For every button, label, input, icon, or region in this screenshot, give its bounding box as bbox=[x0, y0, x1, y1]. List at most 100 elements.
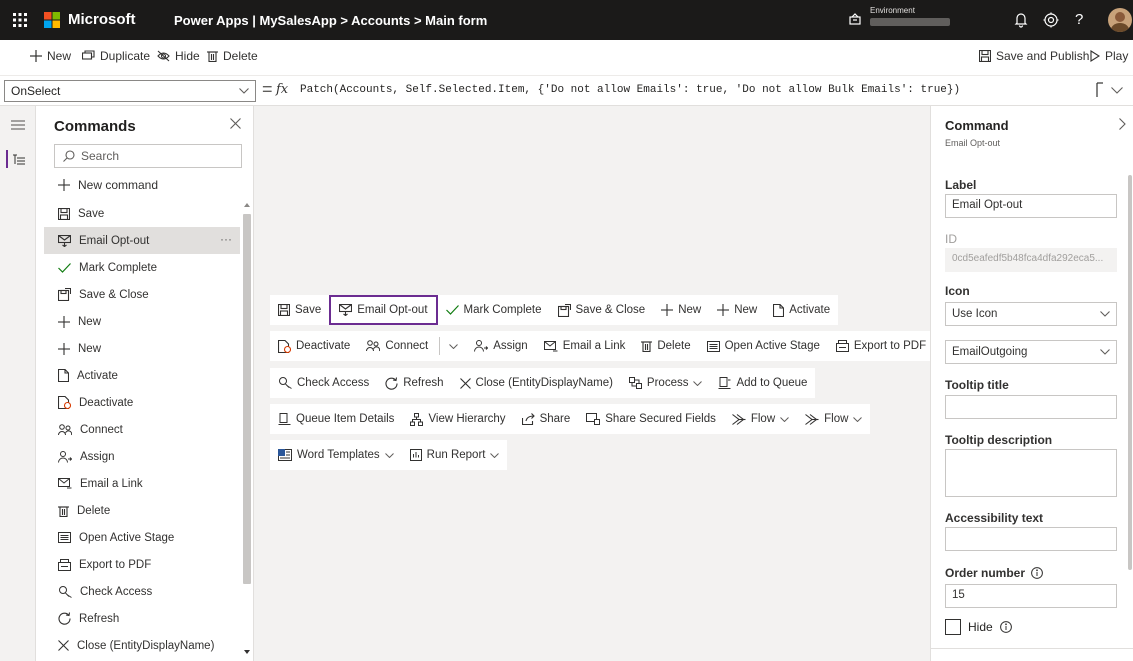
icon-mode-dropdown[interactable]: Use Icon bbox=[945, 302, 1117, 326]
notifications-icon[interactable] bbox=[1014, 12, 1028, 28]
command-list-item[interactable]: Close (EntityDisplayName) bbox=[44, 632, 240, 659]
command-list-item[interactable]: Check Access bbox=[44, 578, 240, 605]
chevron-down-icon[interactable] bbox=[449, 343, 459, 349]
scroll-up-icon[interactable] bbox=[244, 203, 250, 207]
preview-command-button[interactable]: Open Active Stage bbox=[699, 331, 828, 361]
preview-command-button[interactable]: Email Opt-out bbox=[329, 295, 438, 325]
command-list-item[interactable]: Activate bbox=[44, 362, 240, 389]
command-list-item[interactable]: Refresh bbox=[44, 605, 240, 632]
help-icon[interactable]: ? bbox=[1075, 11, 1083, 28]
preview-command-button[interactable]: Run Report bbox=[402, 440, 508, 470]
preview-command-button[interactable]: New bbox=[653, 295, 709, 325]
close-panel-icon[interactable] bbox=[230, 118, 241, 129]
preview-command-button[interactable]: Flow bbox=[724, 404, 797, 434]
preview-command-button[interactable]: Check Access bbox=[270, 368, 377, 398]
hierarchy-icon bbox=[410, 412, 424, 426]
hide-button[interactable]: Hide bbox=[157, 49, 200, 63]
command-list-item[interactable]: Deactivate bbox=[44, 389, 240, 416]
property-dropdown[interactable]: OnSelect bbox=[4, 80, 256, 102]
command-list-item[interactable]: Save bbox=[44, 200, 240, 227]
preview-command-button[interactable]: Email a Link bbox=[536, 331, 634, 361]
command-list-item[interactable]: New bbox=[44, 335, 240, 362]
preview-command-button[interactable]: Add to Queue bbox=[710, 368, 815, 398]
command-list-item[interactable]: Connect bbox=[44, 416, 240, 443]
new-label: New bbox=[47, 49, 72, 63]
preview-command-button[interactable]: Export to PDF bbox=[828, 331, 934, 361]
hamburger-menu-icon[interactable] bbox=[11, 120, 25, 130]
preview-command-button[interactable]: Deactivate bbox=[270, 331, 358, 361]
delete-button[interactable]: Delete bbox=[207, 49, 258, 63]
preview-command-button[interactable]: Assign bbox=[466, 331, 536, 361]
info-icon[interactable] bbox=[1031, 567, 1043, 579]
preview-row-1: Save Email Opt-out Mark Complete Save & Clo… bbox=[270, 295, 839, 325]
scrollbar-thumb[interactable] bbox=[243, 214, 251, 584]
chevron-down-icon[interactable] bbox=[780, 416, 789, 422]
command-list-item-label: Activate bbox=[77, 369, 118, 382]
collapse-panel-icon[interactable] bbox=[1119, 118, 1126, 130]
order-number-input[interactable]: 15 bbox=[945, 584, 1117, 608]
info-icon[interactable] bbox=[999, 621, 1012, 633]
new-command-button[interactable]: New command bbox=[58, 178, 158, 192]
preview-command-button[interactable]: Mark Complete bbox=[438, 295, 550, 325]
preview-command-button[interactable]: View Hierarchy bbox=[402, 404, 513, 434]
new-button[interactable]: New bbox=[30, 49, 71, 63]
preview-command-button[interactable]: Save bbox=[270, 295, 329, 325]
expand-formula-icon[interactable] bbox=[1111, 87, 1123, 94]
preview-command-button[interactable]: Word Templates bbox=[270, 440, 402, 470]
environment-name-redacted[interactable] bbox=[870, 18, 950, 26]
command-list-item[interactable]: Assign bbox=[44, 443, 240, 470]
duplicate-button[interactable]: Duplicate bbox=[82, 49, 150, 63]
preview-command-button[interactable]: Refresh bbox=[377, 368, 451, 398]
command-list-item[interactable]: Save & Close bbox=[44, 281, 240, 308]
preview-command-button[interactable]: Share bbox=[514, 404, 579, 434]
environment-icon[interactable] bbox=[848, 12, 862, 26]
settings-gear-icon[interactable] bbox=[1043, 12, 1059, 28]
flow-icon bbox=[732, 413, 746, 425]
properties-scrollbar[interactable] bbox=[1128, 175, 1132, 570]
preview-command-button[interactable]: Connect bbox=[358, 331, 466, 361]
preview-command-label: Add to Queue bbox=[736, 377, 808, 389]
preview-command-button[interactable]: Save & Close bbox=[550, 295, 654, 325]
chevron-down-icon[interactable] bbox=[693, 380, 703, 386]
hide-checkbox[interactable] bbox=[945, 619, 961, 635]
scroll-down-icon[interactable] bbox=[244, 650, 250, 654]
command-list-item[interactable]: Email Opt-out ··· bbox=[44, 227, 240, 254]
preview-command-button[interactable]: Activate bbox=[765, 295, 838, 325]
chevron-down-icon[interactable] bbox=[384, 452, 394, 458]
command-list-item[interactable]: New bbox=[44, 308, 240, 335]
formula-input[interactable]: Patch(Accounts, Self.Selected.Item, {'Do… bbox=[300, 84, 960, 96]
command-list-item[interactable]: Export to PDF bbox=[44, 551, 240, 578]
chevron-down-icon[interactable] bbox=[490, 452, 500, 458]
preview-command-label: Open Active Stage bbox=[724, 340, 820, 352]
tree-view-icon[interactable] bbox=[13, 154, 25, 165]
hide-eye-icon bbox=[157, 50, 170, 62]
trash-icon bbox=[207, 50, 218, 62]
play-button[interactable]: Play bbox=[1090, 49, 1128, 63]
preview-command-button[interactable]: Process bbox=[621, 368, 711, 398]
preview-command-button[interactable]: Queue Item Details bbox=[270, 404, 402, 434]
save-and-publish-button[interactable]: Save and Publish bbox=[979, 49, 1089, 63]
command-list-item[interactable]: Open Active Stage bbox=[44, 524, 240, 551]
chevron-down-icon[interactable] bbox=[853, 416, 863, 422]
preview-command-button[interactable]: Close (EntityDisplayName) bbox=[452, 368, 621, 398]
command-search-input[interactable]: Search bbox=[54, 144, 242, 168]
preview-command-button[interactable]: Share Secured Fields bbox=[578, 404, 724, 434]
icon-dropdown[interactable]: EmailOutgoing bbox=[945, 340, 1117, 364]
command-list-item[interactable]: Email a Link bbox=[44, 470, 240, 497]
user-avatar[interactable] bbox=[1108, 8, 1132, 32]
preview-command-label: Queue Item Details bbox=[296, 413, 395, 425]
preview-command-button[interactable]: Flow bbox=[797, 404, 870, 434]
command-list-item[interactable]: Delete bbox=[44, 497, 240, 524]
more-options-icon[interactable]: ··· bbox=[220, 232, 232, 246]
command-list-item[interactable]: Mark Complete bbox=[44, 254, 240, 281]
app-launcher-icon[interactable] bbox=[0, 0, 40, 40]
tooltip-description-textarea[interactable] bbox=[945, 449, 1117, 497]
tooltip-title-input[interactable] bbox=[945, 395, 1117, 419]
accessibility-text-input[interactable] bbox=[945, 527, 1117, 551]
preview-command-button[interactable]: New bbox=[709, 295, 765, 325]
preview-command-label: Mark Complete bbox=[463, 304, 542, 316]
preview-command-button[interactable]: Delete bbox=[633, 331, 698, 361]
command-list-scrollbar[interactable] bbox=[242, 202, 252, 657]
label-input[interactable]: Email Opt-out bbox=[945, 194, 1117, 218]
stage-icon bbox=[706, 340, 720, 352]
